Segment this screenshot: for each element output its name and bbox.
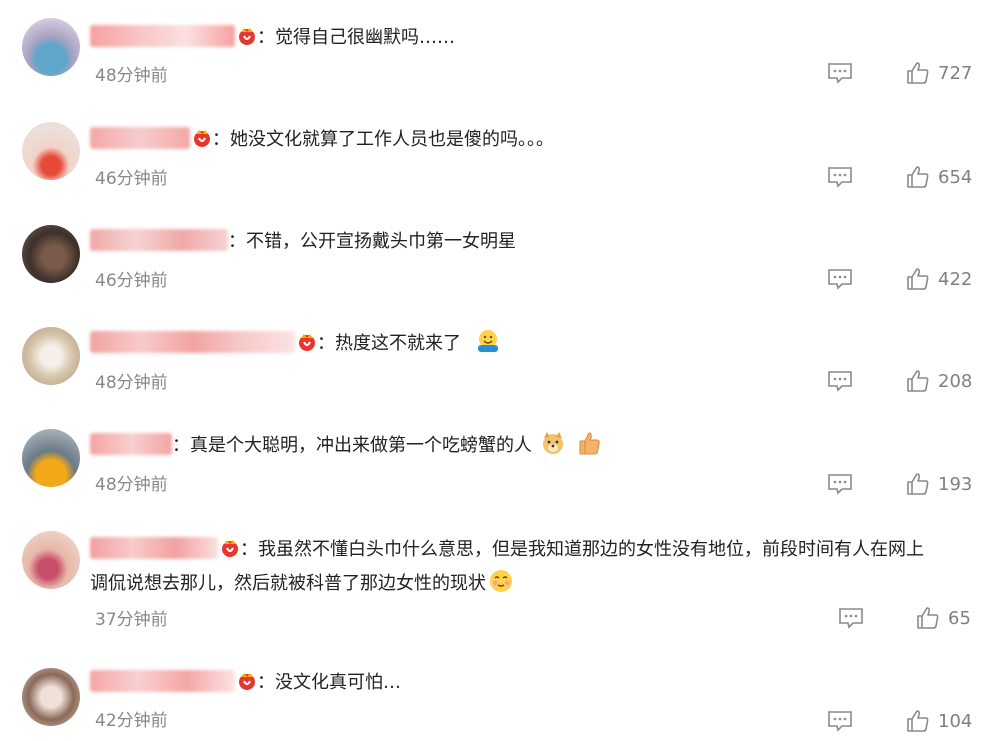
comment-icon[interactable] (838, 607, 864, 629)
separator: ： (257, 27, 275, 48)
username-blurred[interactable] (90, 670, 235, 692)
shy-emoji (490, 570, 512, 592)
avatar[interactable] (22, 327, 80, 385)
thumbs-up-icon (917, 607, 939, 629)
comment-icon[interactable] (827, 268, 853, 290)
comment-icon[interactable] (827, 370, 853, 392)
comment-text: 不错，公开宣扬戴头巾第一女明星 (246, 231, 516, 252)
username-blurred[interactable] (90, 127, 190, 149)
thumbs-up-icon (907, 62, 929, 84)
like-button[interactable]: 193 (906, 471, 980, 497)
comment-icon[interactable] (827, 473, 853, 495)
comment-feed: ：觉得自己很幽默吗…… 48分钟前 727 ：她没文化就算了工作人员也是傻的吗。… (0, 0, 999, 741)
crown-badge-icon (239, 28, 255, 45)
like-button[interactable]: 104 (906, 708, 980, 734)
like-count: 422 (938, 268, 973, 290)
comment-icon[interactable] (827, 166, 853, 188)
crown-badge-icon (239, 673, 255, 690)
doge-emoji (542, 432, 563, 454)
separator: ： (172, 435, 190, 456)
like-count: 654 (938, 166, 973, 188)
timestamp: 37分钟前 (95, 610, 168, 630)
like-count: 208 (938, 370, 973, 392)
comment-text: 真是个大聪明，冲出来做第一个吃螃蟹的人 (190, 435, 532, 456)
thumbs-up-icon (907, 473, 929, 495)
crown-badge-icon (194, 130, 210, 147)
avatar[interactable] (22, 225, 80, 283)
comment-text: 觉得自己很幽默吗…… (275, 27, 455, 48)
thumbs-up-icon (907, 370, 929, 392)
username-blurred[interactable] (90, 25, 235, 47)
timestamp: 42分钟前 (95, 711, 168, 731)
avatar[interactable] (22, 122, 80, 180)
username-blurred[interactable] (90, 433, 172, 455)
separator: ： (240, 539, 258, 560)
separator: ： (228, 231, 246, 252)
comment-text: 没文化真可怕… (275, 672, 401, 693)
like-button[interactable]: 65 (916, 605, 990, 631)
like-count: 193 (938, 473, 973, 495)
hug-emoji (477, 330, 498, 352)
username-blurred[interactable] (90, 229, 228, 251)
separator: ： (257, 672, 275, 693)
avatar[interactable] (22, 429, 80, 487)
timestamp: 48分钟前 (95, 373, 168, 393)
username-blurred[interactable] (90, 537, 218, 559)
like-button[interactable]: 654 (906, 164, 980, 190)
comment-icon[interactable] (827, 62, 853, 84)
comment-icon[interactable] (827, 710, 853, 732)
comment-text: 她没文化就算了工作人员也是傻的吗。。。 (230, 129, 554, 150)
like-button[interactable]: 727 (906, 60, 980, 86)
like-count: 727 (938, 62, 973, 84)
timestamp: 46分钟前 (95, 169, 168, 189)
avatar[interactable] (22, 18, 80, 76)
like-count: 104 (938, 710, 973, 732)
avatar[interactable] (22, 531, 80, 589)
like-count: 65 (948, 607, 971, 629)
thumbs-up-emoji (579, 432, 601, 455)
comment-text: 我虽然不懂白头巾什么意思，但是我知道那边的女性没有地位，前段时间有人在网上 (258, 539, 924, 560)
like-button[interactable]: 208 (906, 368, 980, 394)
username-blurred[interactable] (90, 331, 295, 353)
timestamp: 48分钟前 (95, 66, 168, 86)
separator: ： (212, 129, 230, 150)
crown-badge-icon (299, 334, 315, 351)
thumbs-up-icon (907, 268, 929, 290)
like-button[interactable]: 422 (906, 266, 980, 292)
comment-text-continued: 调侃说想去那儿，然后就被科普了那边女性的现状 (90, 573, 486, 594)
separator: ： (317, 333, 335, 354)
avatar[interactable] (22, 668, 80, 726)
thumbs-up-icon (907, 710, 929, 732)
timestamp: 48分钟前 (95, 475, 168, 495)
timestamp: 46分钟前 (95, 271, 168, 291)
crown-badge-icon (222, 540, 238, 557)
comment-text: 热度这不就来了 (335, 333, 461, 354)
thumbs-up-icon (907, 166, 929, 188)
